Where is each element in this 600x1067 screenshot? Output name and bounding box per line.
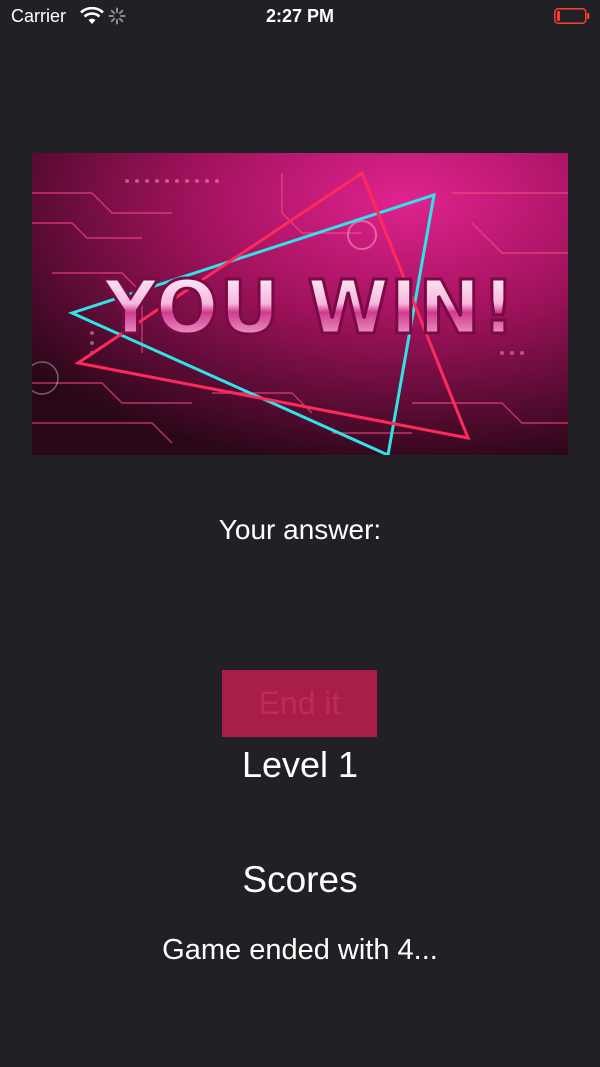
scores-summary: Game ended with 4... [162,934,438,966]
game-screen: Carrier 2:27 PM YOU WIN! Your answer: En… [0,0,600,1067]
battery-icon [554,8,590,24]
scores-title: Scores [242,859,358,900]
you-win-banner: YOU WIN! [32,153,568,455]
banner-headline: YOU WIN! [103,265,517,351]
answer-label: Your answer: [218,514,382,545]
status-bar: Carrier 2:27 PM [0,0,600,34]
clock: 2:27 PM [265,6,335,26]
end-it-button[interactable]: End it [222,670,377,737]
level-label: Level 1 [241,744,359,785]
